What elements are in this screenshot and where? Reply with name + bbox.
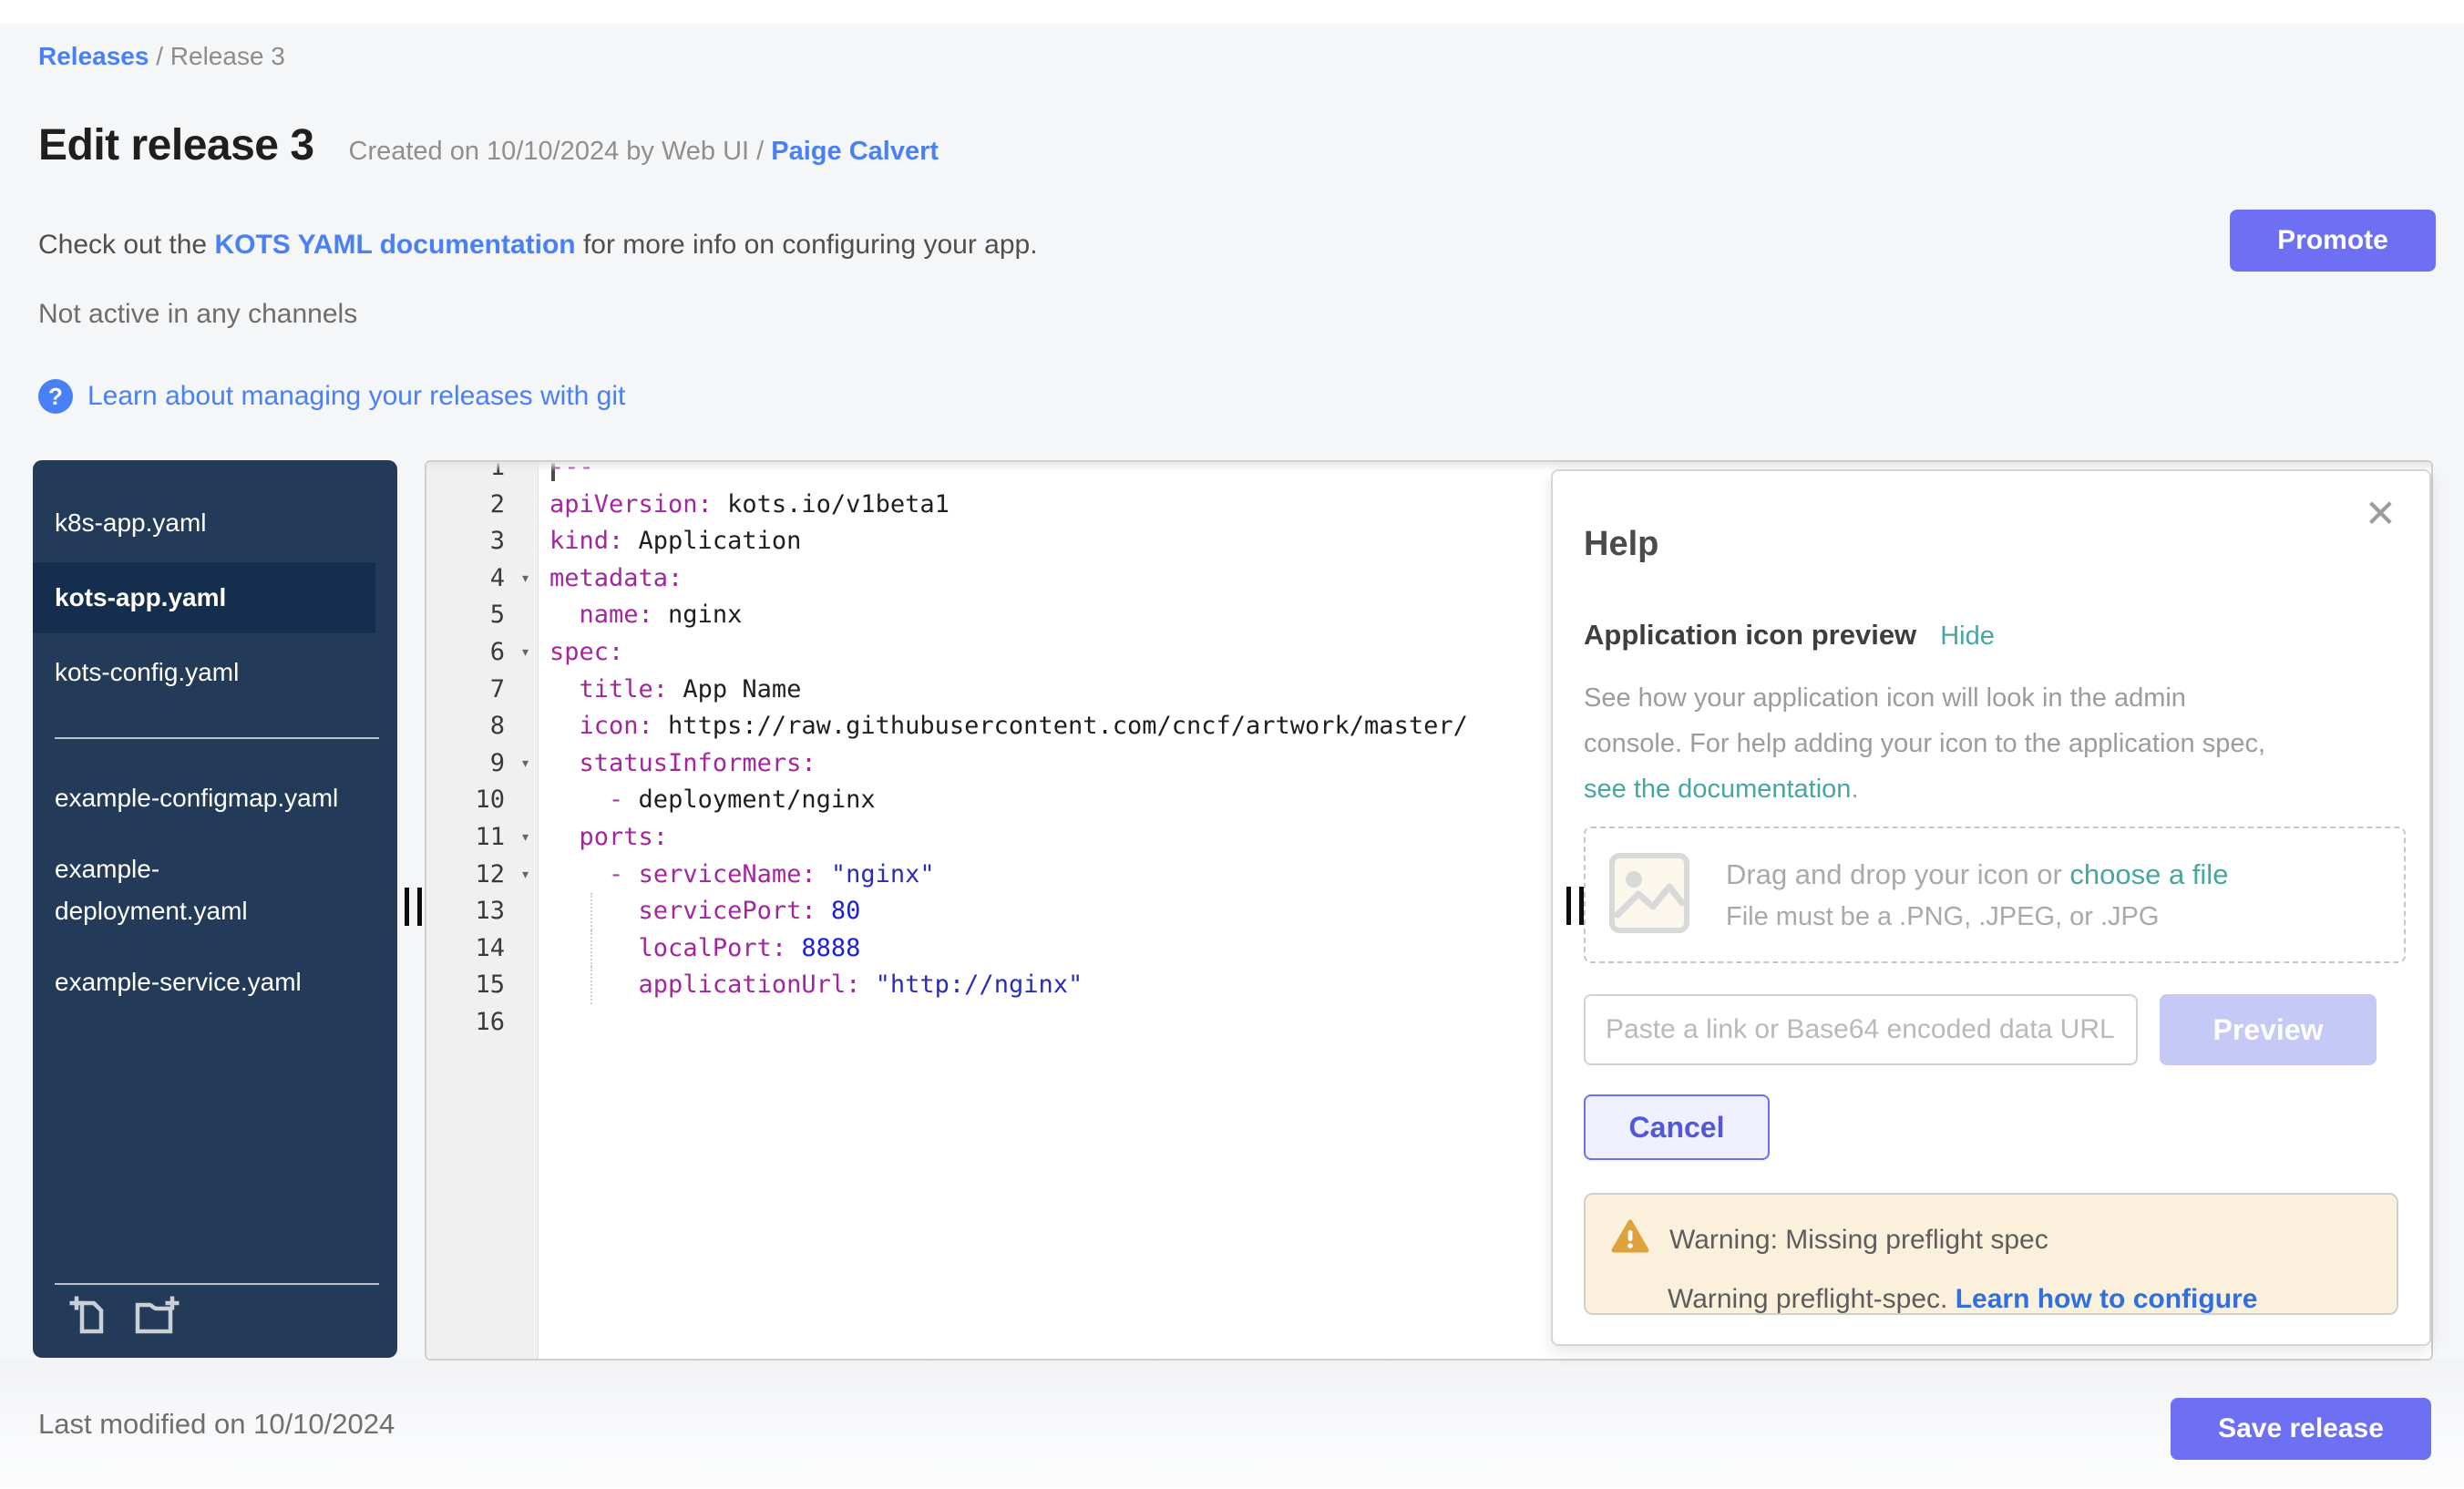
warning-title: Warning: Missing preflight spec <box>1669 1225 2048 1256</box>
line-number: 11▾ <box>426 819 538 857</box>
line-number: 2 <box>426 487 538 524</box>
fold-arrow-icon[interactable]: ▾ <box>520 857 530 894</box>
title-row: Edit release 3 Created on 10/10/2024 by … <box>38 120 939 170</box>
file-list: k8s-app.yaml kots-app.yaml kots-config.yam… <box>33 460 397 1014</box>
add-file-icon[interactable] <box>67 1293 111 1343</box>
last-modified-text: Last modified on 10/10/2024 <box>38 1408 395 1441</box>
line-number: 14 <box>426 930 538 968</box>
breadcrumb-separator: / <box>149 42 169 70</box>
fold-arrow-icon[interactable]: ▾ <box>520 745 530 783</box>
line-number: 8 <box>426 708 538 745</box>
line-number: 9▾ <box>426 745 538 783</box>
line-number: 1 <box>426 460 538 487</box>
line-number: 5 <box>426 597 538 634</box>
line-number: 10 <box>426 782 538 819</box>
footer-bar: Last modified on 10/10/2024 Save release <box>0 1359 2464 1489</box>
choose-file-link[interactable]: choose a file <box>2069 858 2228 890</box>
file-sidebar: k8s-app.yaml kots-app.yaml kots-config.yam… <box>33 460 397 1358</box>
breadcrumb-current: Release 3 <box>170 42 285 70</box>
help-body-line1: See how your application icon will look … <box>1584 683 2186 713</box>
add-folder-icon[interactable] <box>133 1293 180 1343</box>
sidebar-resize-handle[interactable] <box>405 888 422 926</box>
line-number: 13 <box>426 893 538 930</box>
line-number: 4▾ <box>426 560 538 598</box>
kots-yaml-doc-link[interactable]: KOTS YAML documentation <box>214 230 575 260</box>
preflight-warning-box: Warning: Missing preflight spec Warning … <box>1584 1193 2398 1315</box>
file-item-example-deployment.yaml[interactable]: example-deployment.yaml <box>33 837 375 943</box>
line-number: 7 <box>426 672 538 709</box>
line-number: 15 <box>426 967 538 1004</box>
icon-preview-section-header: Application icon preview Hide <box>1584 619 2398 652</box>
file-item-kots-config.yaml[interactable]: kots-config.yaml <box>33 641 375 704</box>
help-panel-resize-handle[interactable] <box>1566 887 1584 925</box>
see-documentation-link[interactable]: see the documentation <box>1584 775 1851 804</box>
git-help-row[interactable]: ? Learn about managing your releases wit… <box>38 379 625 414</box>
question-circle-icon[interactable]: ? <box>38 379 73 414</box>
learn-configure-link[interactable]: Learn how to configure <box>1956 1284 2258 1314</box>
file-item-example-service.yaml[interactable]: example-service.yaml <box>33 950 375 1014</box>
doc-line-suffix: for more info on configuring your app. <box>576 230 1038 260</box>
icon-drop-zone[interactable]: Drag and drop your icon or choose a file… <box>1584 827 2406 963</box>
drop-file-types-text: File must be a .PNG, .JPEG, or .JPG <box>1726 902 2228 932</box>
file-item-kots-app.yaml[interactable]: kots-app.yaml <box>33 562 375 633</box>
icon-url-input[interactable] <box>1584 994 2138 1065</box>
line-number: 3 <box>426 523 538 560</box>
created-subtitle: Created on 10/10/2024 by Web UI / Paige … <box>349 137 939 167</box>
drop-line1-text: Drag and drop your icon or <box>1726 858 2069 890</box>
warning-line1: Warning: Missing preflight spec <box>1611 1218 2371 1262</box>
file-item-k8s-app.yaml[interactable]: k8s-app.yaml <box>33 491 375 555</box>
top-strip <box>0 0 2464 24</box>
help-panel: ✕ Help Application icon preview Hide See… <box>1551 469 2431 1346</box>
sidebar-divider <box>55 737 379 739</box>
help-body-line2: console. For help adding your icon to th… <box>1584 729 2265 758</box>
fold-arrow-icon[interactable]: ▾ <box>520 634 530 672</box>
cancel-button[interactable]: Cancel <box>1584 1094 1770 1160</box>
git-help-link[interactable]: Learn about managing your releases with … <box>87 381 625 412</box>
image-placeholder-icon <box>1607 851 1691 940</box>
warning-detail: Warning preflight-spec. <box>1668 1284 1956 1314</box>
fold-arrow-icon[interactable]: ▾ <box>520 819 530 857</box>
warning-triangle-icon <box>1611 1218 1649 1262</box>
editor-gutter: 1234▾56▾789▾1011▾12▾13141516 <box>426 460 539 1359</box>
fold-arrow-icon[interactable]: ▾ <box>520 560 530 598</box>
page-title: Edit release 3 <box>38 120 314 170</box>
file-item-example-configmap.yaml[interactable]: example-configmap.yaml <box>33 766 375 830</box>
preview-button[interactable]: Preview <box>2160 994 2377 1065</box>
channel-status: Not active in any channels <box>38 299 357 330</box>
help-body-suffix: . <box>1851 775 1858 804</box>
warning-line2: Warning preflight-spec. Learn how to con… <box>1668 1284 2371 1315</box>
text-caret <box>551 460 555 481</box>
section-title: Application icon preview <box>1584 619 1916 652</box>
created-text: Created on 10/10/2024 by Web UI / <box>349 137 772 166</box>
line-number: 12▾ <box>426 857 538 894</box>
breadcrumb: Releases / Release 3 <box>38 42 285 71</box>
hide-link[interactable]: Hide <box>1940 621 1995 652</box>
sidebar-actions <box>67 1293 180 1343</box>
doc-line-prefix: Check out the <box>38 230 214 260</box>
breadcrumb-releases-link[interactable]: Releases <box>38 42 149 70</box>
line-number: 16 <box>426 1004 538 1042</box>
save-release-button[interactable]: Save release <box>2171 1398 2431 1460</box>
doc-line: Check out the KOTS YAML documentation fo… <box>38 230 1038 261</box>
help-body-text: See how your application icon will look … <box>1584 675 2398 812</box>
line-number: 6▾ <box>426 634 538 672</box>
sidebar-bottom-divider <box>55 1283 379 1285</box>
created-author-link[interactable]: Paige Calvert <box>771 137 939 166</box>
icon-url-row: Preview <box>1584 994 2398 1065</box>
promote-button[interactable]: Promote <box>2230 210 2436 272</box>
drop-zone-text: Drag and drop your icon or choose a file… <box>1726 858 2228 932</box>
help-panel-title: Help <box>1584 524 2398 564</box>
close-icon[interactable]: ✕ <box>2365 495 2397 533</box>
